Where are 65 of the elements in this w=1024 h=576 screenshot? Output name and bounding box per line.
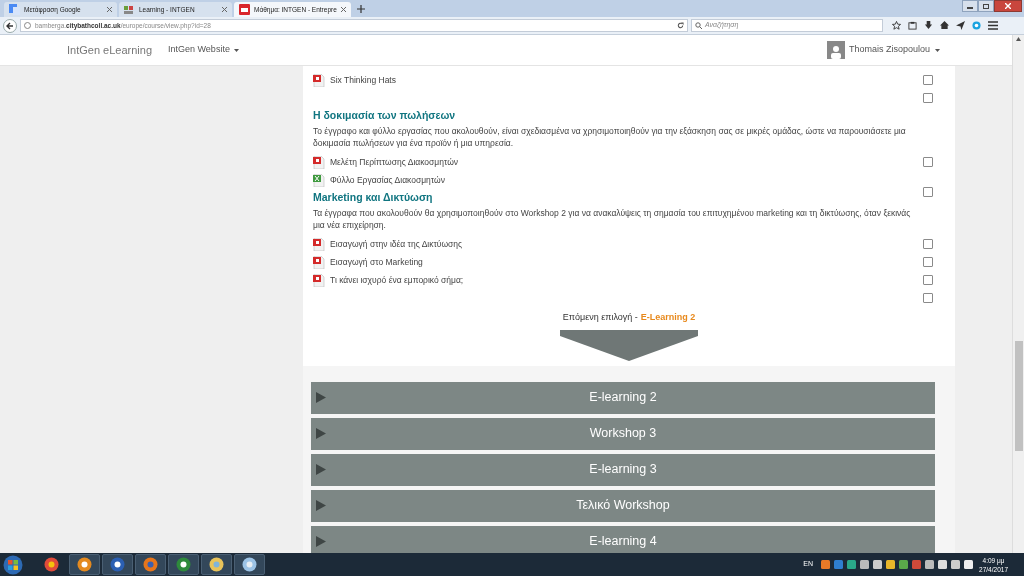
download-icon[interactable]	[924, 21, 933, 30]
chat-icon[interactable]	[972, 21, 981, 30]
section-accordion[interactable]: Workshop 3	[311, 417, 935, 450]
close-icon[interactable]	[222, 7, 227, 12]
close-icon	[1005, 3, 1011, 9]
star-icon[interactable]	[892, 21, 901, 30]
checkbox[interactable]	[923, 75, 933, 85]
play-icon	[316, 464, 326, 475]
start-button[interactable]	[2, 554, 24, 575]
section-description: Το έγγραφο και φύλλο εργασίας που ακολουθούν, είναι σχεδιασμένα να χρησιμοποιηθούν για την εξάσκηση σας σε μικρές ομάδας, ώστε να παρουσιάσετε μια δοκιμασία πωλήσεων για ένα προϊόν ή μια υπηρεσία.	[313, 125, 907, 149]
checkbox[interactable]	[923, 187, 933, 197]
menu-icon[interactable]	[988, 21, 998, 30]
grid-icon	[124, 4, 135, 15]
resource-link[interactable]: Μελέτη Περίπτωσης Διακοσμητών	[330, 155, 459, 169]
home-icon[interactable]	[940, 21, 949, 30]
pdf-file-icon	[313, 73, 325, 87]
pdf-file-icon	[313, 255, 325, 269]
clipboard-icon[interactable]	[908, 21, 917, 30]
resource-link[interactable]: Τι κάνει ισχυρό ένα εμπορικό σήμα;	[330, 273, 464, 287]
spreadsheet-file-icon	[313, 173, 325, 187]
checkbox[interactable]	[923, 157, 933, 167]
pdf-file-icon	[313, 273, 325, 287]
website-menu[interactable]: IntGen Website	[168, 43, 239, 57]
resource-link[interactable]: Εισαγωγή στο Marketing	[330, 255, 423, 269]
close-icon[interactable]	[107, 7, 112, 12]
section-accordion[interactable]: Τελικό Workshop	[311, 489, 935, 522]
scrollbar-thumb[interactable]	[1014, 341, 1023, 451]
maximize-button[interactable]	[978, 0, 994, 12]
close-window-button[interactable]	[994, 0, 1022, 12]
back-button[interactable]	[3, 18, 17, 33]
pdf-file-icon	[313, 155, 325, 169]
checkbox[interactable]	[923, 275, 933, 285]
checkbox[interactable]	[923, 93, 933, 103]
reload-icon[interactable]	[677, 22, 684, 29]
checkbox[interactable]	[923, 257, 933, 267]
caret-icon	[233, 48, 239, 52]
close-icon[interactable]	[340, 7, 346, 12]
minimize-button[interactable]	[962, 0, 978, 12]
pdf-file-icon	[313, 237, 325, 251]
play-icon	[316, 536, 326, 547]
resource-link[interactable]: Φύλλο Εργασίας Διακοσμητών	[330, 173, 445, 187]
section-heading: Marketing και Δικτύωση	[313, 190, 433, 205]
new-tab-icon[interactable]	[356, 5, 365, 13]
user-avatar[interactable]	[826, 41, 845, 59]
section-description: Τα έγγραφα που ακολουθούν θα χρησιμοποιηθούν στο Workshop 2 για να ανακαλύψεις τη σημασία του επιτυχημένου marketing και τη δικτύωσης, όταν ξεκινάς μια νέα επιχείρηση.	[313, 207, 912, 231]
resource-link[interactable]: Εισαγωγή στην ιδέα της Δικτύωσης	[330, 237, 463, 251]
caret-icon	[935, 48, 940, 52]
send-icon[interactable]	[956, 21, 965, 30]
resource-link[interactable]: Six Thinking Hats	[330, 73, 396, 87]
section-accordion[interactable]: E-learning 2	[311, 381, 935, 414]
play-icon	[316, 428, 326, 439]
play-icon	[316, 392, 326, 403]
search-icon	[695, 22, 702, 29]
person-icon	[829, 45, 842, 59]
back-arrow-icon	[6, 21, 14, 30]
scroll-up-icon[interactable]	[1016, 37, 1021, 41]
checkbox[interactable]	[923, 239, 933, 249]
site-brand[interactable]: IntGen eLearning	[67, 41, 152, 59]
play-icon	[316, 500, 326, 511]
section-accordion[interactable]: E-learning 4	[311, 525, 935, 553]
section-heading: Η δοκιμασία των πωλήσεων	[313, 108, 456, 123]
next-label: Επόμενη επιλογή -	[562, 311, 638, 324]
checkbox[interactable]	[923, 293, 933, 303]
section-accordion[interactable]: E-learning 3	[311, 453, 935, 486]
user-menu[interactable]: Thomais Zisopoulou	[848, 43, 940, 57]
